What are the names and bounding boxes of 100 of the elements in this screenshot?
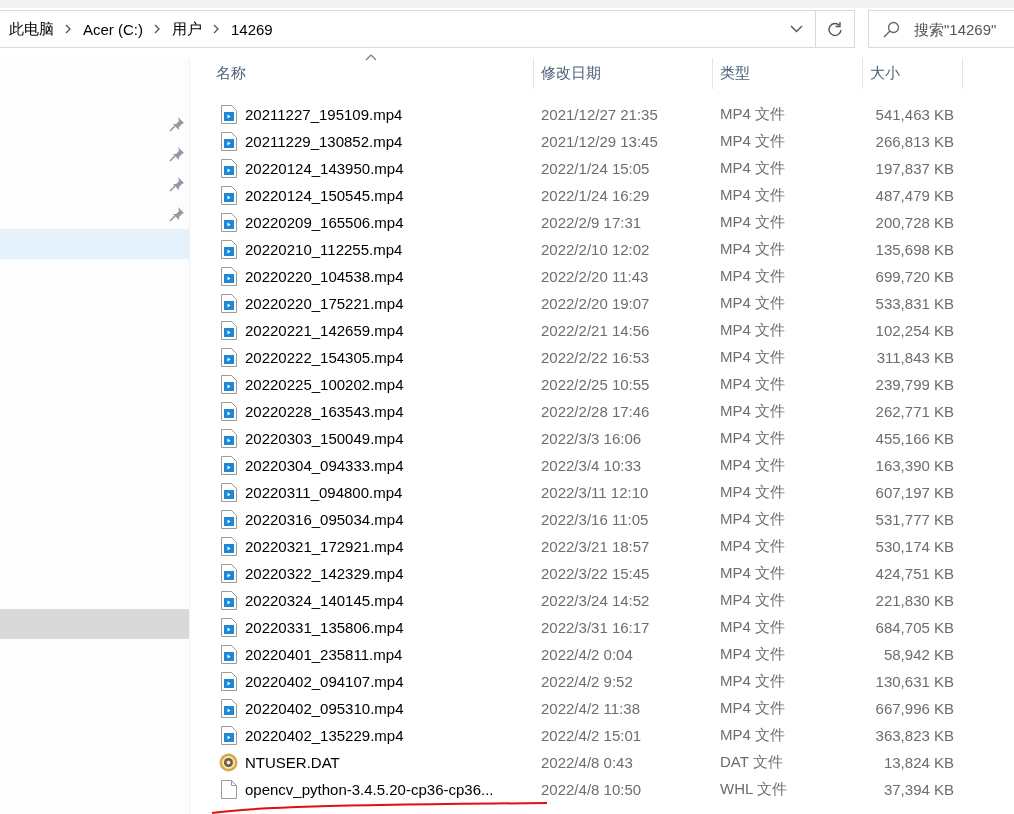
column-header[interactable]: 类型 [713,58,863,89]
file-name[interactable]: 20220124_150545.mp4 [245,187,404,204]
video-file-icon [220,645,237,664]
file-name[interactable]: 20220303_150049.mp4 [245,430,404,447]
size-cell-text: 221,830 KB [874,592,954,609]
size-cell-text: 239,799 KB [874,376,954,393]
size-cell-text: 487,479 KB [874,187,954,204]
video-file-icon [220,699,237,718]
size-cell-text: 699,720 KB [874,268,954,285]
address-bar[interactable]: 此电脑 Acer (C:) 用户 14269 [0,10,817,48]
date-cell-text: 2022/4/2 11:38 [540,700,641,717]
type-cell-text: WHL 文件 [719,780,788,799]
breadcrumb-item[interactable]: Acer (C:) [83,20,143,38]
type-cell-text: MP4 文件 [719,375,786,394]
file-name[interactable]: 20220402_094107.mp4 [245,673,404,690]
type-cell-text: MP4 文件 [719,186,786,205]
chevron-right-icon [213,24,220,34]
size-cell-text: 37,394 KB [882,781,954,798]
video-file-icon [220,483,237,502]
size-cell-text: 13,824 KB [882,754,954,771]
refresh-icon [827,20,844,38]
date-cell-text: 2021/12/29 13:45 [540,133,659,150]
video-file-icon [220,375,237,394]
file-name[interactable]: 20220222_154305.mp4 [245,349,404,366]
file-name[interactable]: 20211227_195109.mp4 [245,106,403,123]
type-cell-text: MP4 文件 [719,726,786,745]
file-name[interactable]: 20220209_165506.mp4 [245,214,404,231]
size-cell-text: 424,751 KB [874,565,954,582]
video-file-icon [220,726,237,745]
date-cell-text: 2022/2/28 17:46 [540,403,651,420]
video-file-icon [220,672,237,691]
type-cell-text: MP4 文件 [719,213,786,232]
size-cell-text: 684,705 KB [874,619,954,636]
date-cell-text: 2022/2/20 19:07 [540,295,651,312]
date-cell-text: 2022/2/21 14:56 [540,322,651,339]
file-name[interactable]: 20220322_142329.mp4 [245,565,404,582]
breadcrumb-item[interactable]: 用户 [172,19,202,39]
type-cell-text: MP4 文件 [719,240,786,259]
date-cell-text: 2022/3/3 16:06 [540,430,643,447]
type-cell-text: MP4 文件 [719,618,786,637]
file-name[interactable]: opencv_python-3.4.5.20-cp36-cp36... [245,781,494,798]
size-cell-text: 262,771 KB [874,403,954,420]
column-header[interactable]: 大小 [863,58,963,89]
file-name[interactable]: 20220220_175221.mp4 [245,295,404,312]
size-cell-text: 311,843 KB [875,349,954,366]
file-name[interactable]: 20220401_235811.mp4 [245,646,403,663]
type-cell-text: MP4 文件 [719,402,786,421]
type-cell-text: MP4 文件 [719,591,786,610]
breadcrumb-item[interactable]: 此电脑 [9,19,54,39]
date-cell-text: 2022/1/24 15:05 [540,160,651,177]
file-name[interactable]: 20220402_135229.mp4 [245,727,404,744]
file-name[interactable]: 20220304_094333.mp4 [245,457,404,474]
type-cell-text: MP4 文件 [719,672,786,691]
video-file-icon [220,213,237,232]
size-cell-text: 102,254 KB [874,322,954,339]
type-cell-text: MP4 文件 [719,294,786,313]
size-cell-text: 667,996 KB [874,700,954,717]
column-header[interactable]: 修改日期 [534,58,713,89]
file-name[interactable]: NTUSER.DAT [245,754,340,771]
video-file-icon [220,186,237,205]
size-cell-text: 533,831 KB [874,295,954,312]
file-name[interactable]: 20220225_100202.mp4 [245,376,404,393]
date-cell-text: 2022/4/2 0:04 [540,646,634,663]
type-cell-text: MP4 文件 [719,456,786,475]
date-cell-text: 2022/3/21 18:57 [540,538,651,555]
type-cell-text: MP4 文件 [719,429,786,448]
date-cell-text: 2022/3/16 11:05 [540,511,650,528]
file-name[interactable]: 20220311_094800.mp4 [245,484,403,501]
file-name[interactable]: 20220324_140145.mp4 [245,592,404,609]
date-cell-text: 2022/2/10 12:02 [540,241,651,258]
type-cell-text: MP4 文件 [719,159,786,178]
file-name[interactable]: 20211229_130852.mp4 [245,133,403,150]
video-file-icon [220,510,237,529]
size-cell-text: 531,777 KB [874,511,954,528]
file-name[interactable]: 20220124_143950.mp4 [245,160,404,177]
refresh-button[interactable] [816,10,855,48]
type-cell-text: MP4 文件 [719,321,786,340]
file-name[interactable]: 20220316_095034.mp4 [245,511,404,528]
search-box[interactable]: 搜索"14269" [868,10,1014,48]
file-name[interactable]: 20220210_112255.mp4 [245,241,403,258]
file-name[interactable]: 20220402_095310.mp4 [245,700,404,717]
size-cell-text: 197,837 KB [874,160,954,177]
type-cell-text: MP4 文件 [719,132,786,151]
gear-disc-icon [219,753,238,772]
date-cell-text: 2022/3/31 16:17 [540,619,651,636]
type-cell-text: MP4 文件 [719,564,786,583]
video-file-icon [220,591,237,610]
file-name[interactable]: 20220220_104538.mp4 [245,268,404,285]
date-cell-text: 2022/2/20 11:43 [540,268,650,285]
file-name[interactable]: 20220228_163543.mp4 [245,403,404,420]
file-name[interactable]: 20220221_142659.mp4 [245,322,404,339]
video-file-icon [220,456,237,475]
file-name[interactable]: 20220331_135806.mp4 [245,619,404,636]
breadcrumb-item[interactable]: 14269 [231,20,273,38]
file-name[interactable]: 20220321_172921.mp4 [245,538,404,555]
type-cell-text: MP4 文件 [719,645,786,664]
type-cell-text: DAT 文件 [719,753,784,772]
column-header[interactable]: 名称 [215,58,534,89]
video-file-icon [220,294,237,313]
video-file-icon [220,564,237,583]
